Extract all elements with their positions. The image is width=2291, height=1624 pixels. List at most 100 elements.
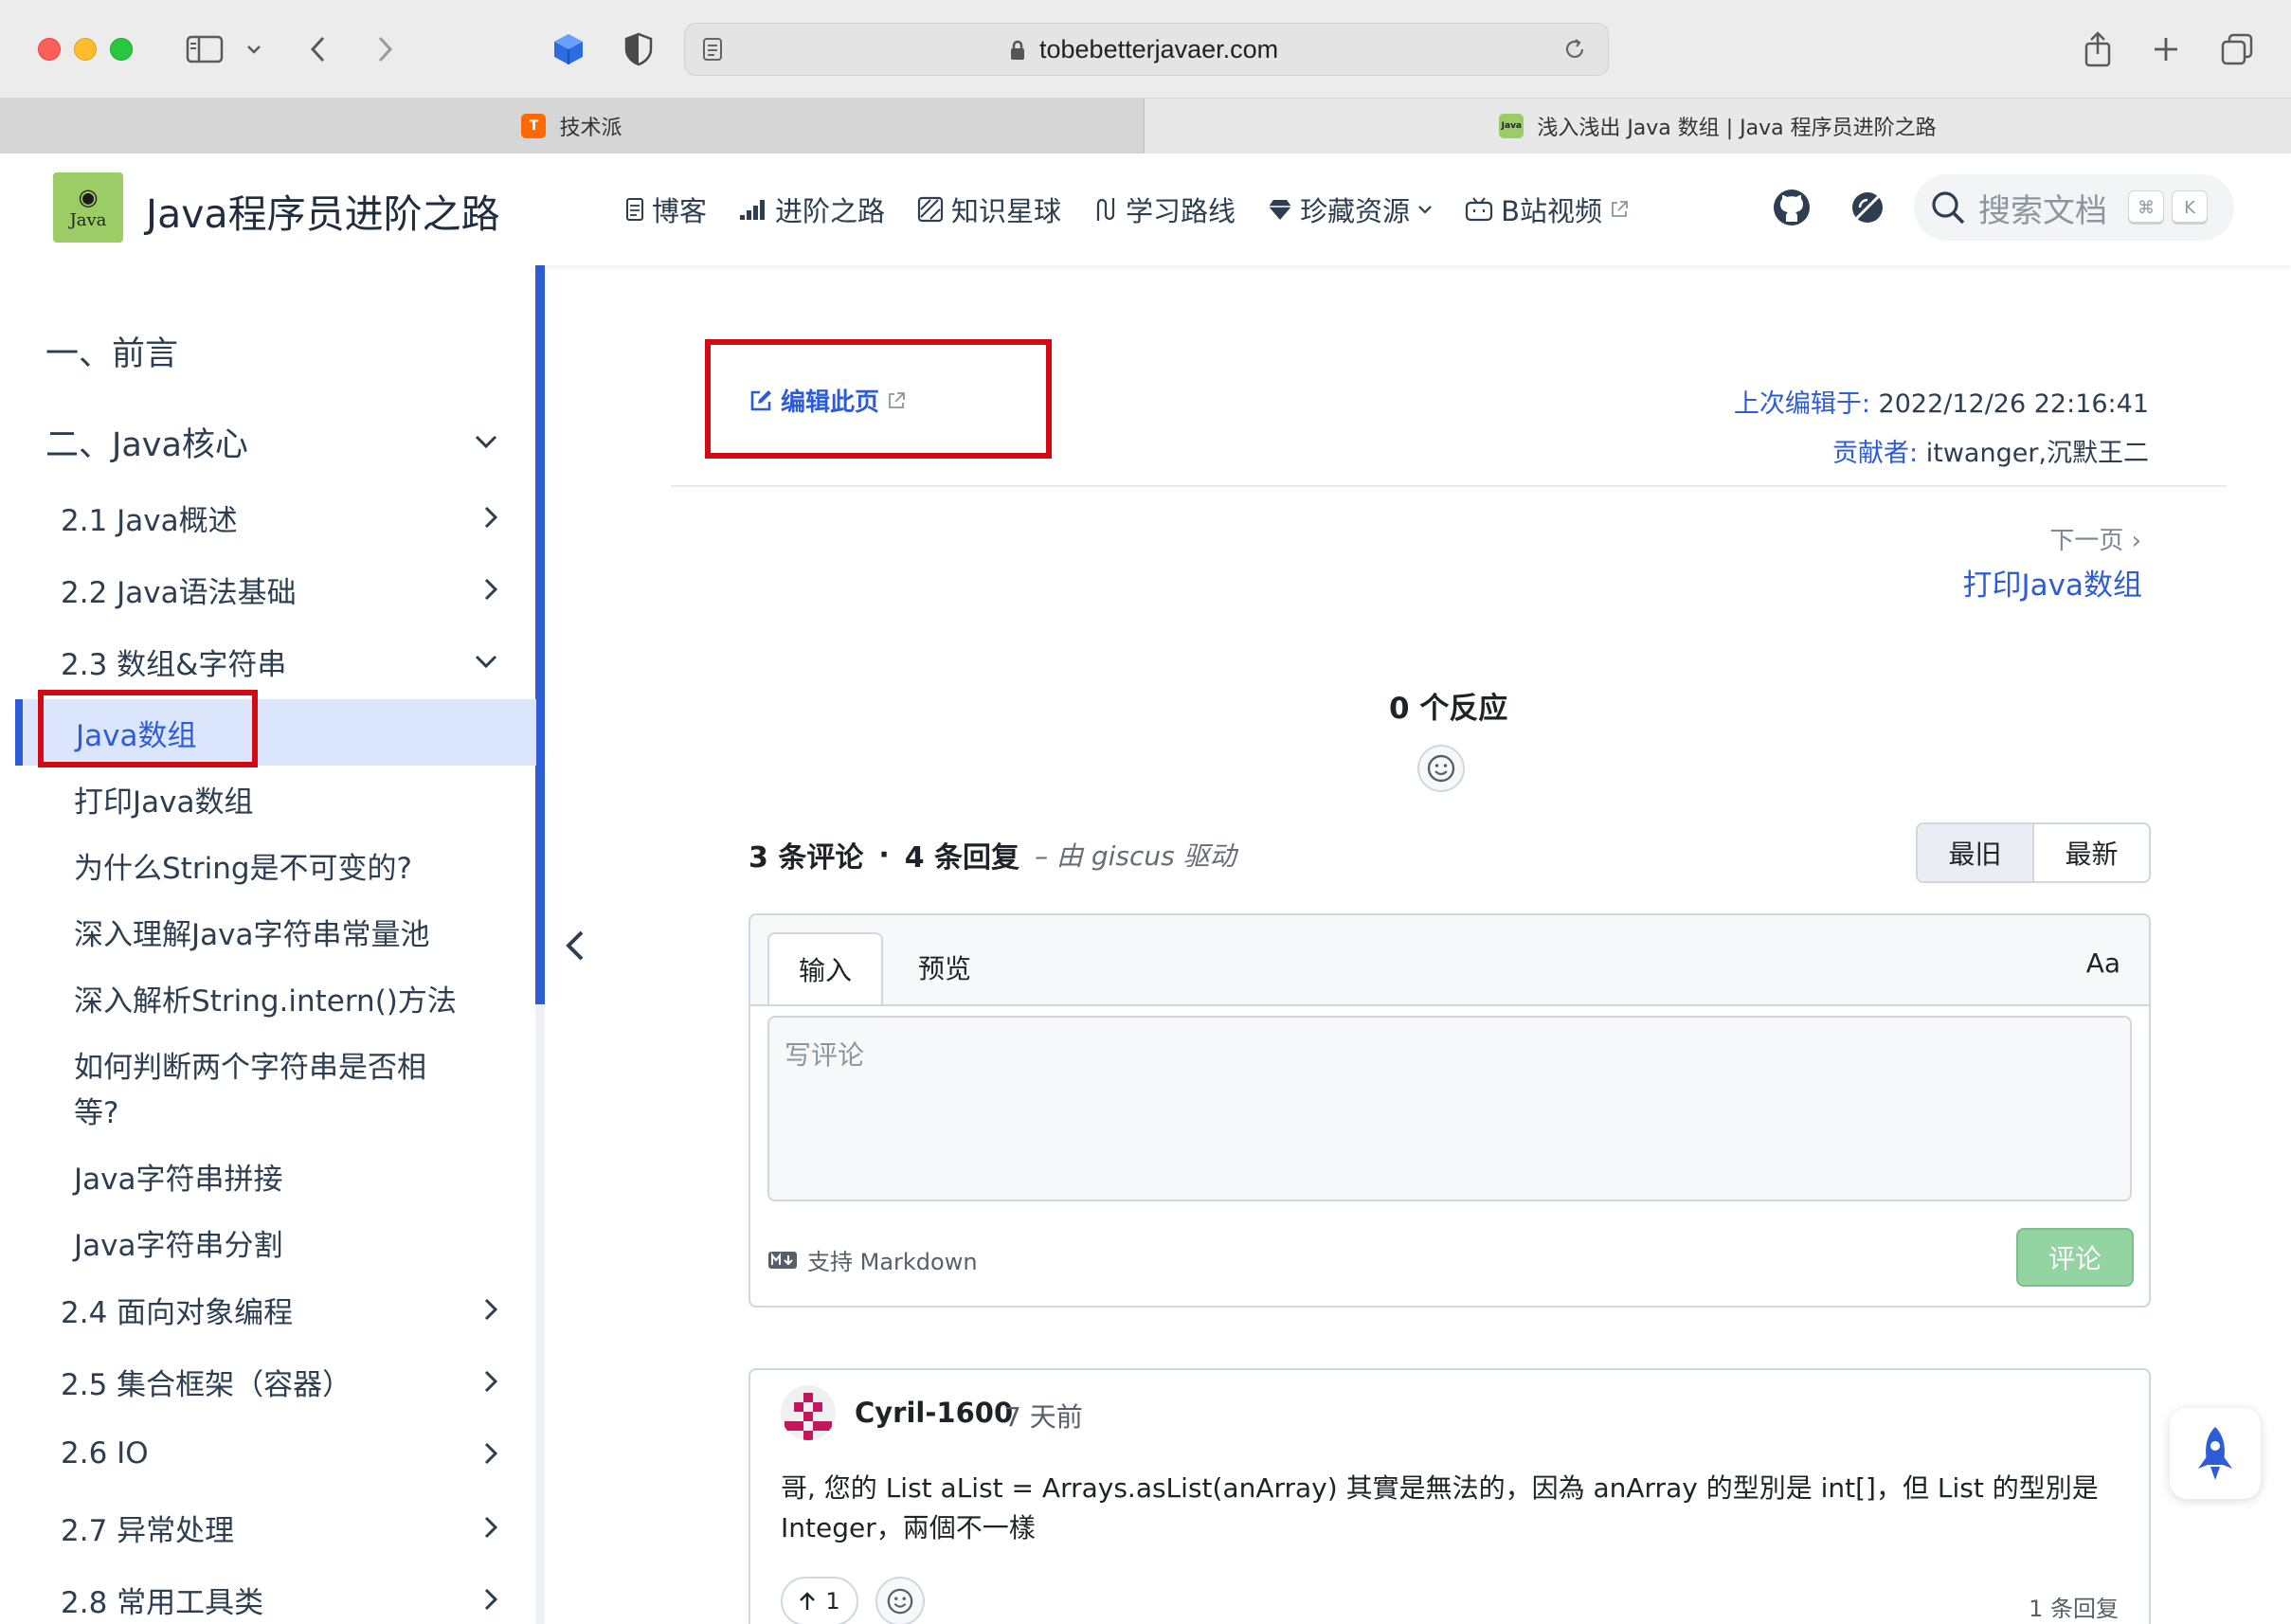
sidebar-item-print-array[interactable]: 打印Java数组 xyxy=(0,775,536,822)
nav-route[interactable]: 学习路线 xyxy=(1093,189,1236,229)
tab-preview[interactable]: 预览 xyxy=(883,932,1006,1002)
github-icon[interactable] xyxy=(1772,188,1812,231)
sidebar-item-label: 2.5 集合框架（容器） xyxy=(61,1367,352,1402)
sidebar-item-string-concat[interactable]: Java字符串拼接 xyxy=(0,1152,536,1200)
sidebar-item-string-intern[interactable]: 深入解析String.intern()方法 xyxy=(0,974,536,1021)
nav-resources[interactable]: 珍藏资源 xyxy=(1268,189,1433,229)
reactions-title: 0 个反应 xyxy=(1389,692,1508,726)
tab-overview-icon[interactable] xyxy=(2217,25,2257,74)
chevron-down-icon xyxy=(475,655,497,669)
sidebar-item-string-pool[interactable]: 深入理解Java字符串常量池 xyxy=(0,908,536,955)
browser-toolbar: tobebetterjavaer.com xyxy=(0,0,2291,99)
reload-icon[interactable] xyxy=(1562,37,1587,65)
extension-cube-icon[interactable] xyxy=(548,25,589,74)
avatar[interactable] xyxy=(781,1385,836,1440)
sidebar-item-label: 深入解析String.intern()方法 xyxy=(74,983,457,1019)
edit-page-link[interactable]: 编辑此页 xyxy=(749,383,906,418)
shield-icon[interactable] xyxy=(618,25,659,74)
site-title[interactable]: Java程序员进阶之路 xyxy=(146,182,500,239)
sidebar-item-label: 打印Java数组 xyxy=(74,785,254,820)
upvote-button[interactable]: 1 xyxy=(781,1577,858,1624)
sidebar-item-io[interactable]: 2.6 IO xyxy=(0,1429,536,1478)
chevron-right-icon xyxy=(484,578,498,601)
sidebar-item-string-equals-cont[interactable]: 等? xyxy=(0,1086,536,1133)
last-edited-key: 上次编辑于: xyxy=(1733,389,1870,419)
tab-write[interactable]: 输入 xyxy=(767,932,883,1004)
edit-page-label: 编辑此页 xyxy=(781,388,880,417)
text-format-button[interactable]: Aa xyxy=(2086,947,2120,979)
smiley-icon xyxy=(1427,754,1455,783)
chevron-down-icon xyxy=(475,435,497,449)
sort-newest-button[interactable]: 最新 xyxy=(2034,824,2149,881)
comment-body: 哥, 您的 List aList = Arrays.asList(anArray… xyxy=(781,1469,2107,1548)
new-tab-icon[interactable] xyxy=(2147,25,2185,74)
nav-label: 知识星球 xyxy=(951,195,1062,227)
chevron-down-icon xyxy=(1418,206,1432,214)
sidebar-item-syntax-basics[interactable]: 2.2 Java语法基础 xyxy=(0,565,536,614)
add-reaction-button[interactable] xyxy=(1417,745,1465,792)
editor-tab-divider xyxy=(750,1004,2149,1006)
sidebar-item-oop[interactable]: 2.4 面向对象编程 xyxy=(0,1285,536,1334)
site-logo[interactable]: ◉ Java xyxy=(53,172,123,243)
chevron-right-icon xyxy=(484,1442,498,1465)
zoom-window-button[interactable] xyxy=(110,38,133,61)
tab-java-array[interactable]: Java 浅入浅出 Java 数组 | Java 程序员进阶之路 xyxy=(1145,99,2291,153)
sidebar-item-array-string[interactable]: 2.3 数组&字符串 xyxy=(0,637,536,686)
nav-blog[interactable]: 博客 xyxy=(625,189,707,229)
tab-jishupai[interactable]: T 技术派 xyxy=(0,99,1145,153)
search-box[interactable]: 搜索文档 ⌘ K xyxy=(1914,174,2234,241)
highlight-box-sidebar xyxy=(38,690,258,767)
forward-icon[interactable] xyxy=(370,25,402,74)
comments-header: 3 条评论 · 4 条回复 – 由 giscus 驱动 xyxy=(749,834,1236,875)
nav-bilibili[interactable]: B站视频 xyxy=(1465,189,1629,229)
sidebar-item-label: 2.3 数组&字符串 xyxy=(61,647,287,682)
sidebar-toggle-icon[interactable] xyxy=(182,25,227,74)
powered-by[interactable]: – 由 giscus 驱动 xyxy=(1035,836,1236,874)
back-icon[interactable] xyxy=(301,25,334,74)
kbd-k: K xyxy=(2172,190,2208,225)
external-link-icon xyxy=(1612,201,1628,217)
sidebar-item-string-split[interactable]: Java字符串分割 xyxy=(0,1218,536,1266)
sort-oldest-button[interactable]: 最旧 xyxy=(1918,824,2034,881)
sidebar-scrollbar[interactable] xyxy=(535,265,545,1004)
jishupai-favicon-icon: T xyxy=(521,114,547,138)
markdown-support[interactable]: 支持 Markdown xyxy=(767,1243,978,1276)
comment-author[interactable]: Cyril-1600 xyxy=(855,1397,1013,1429)
reader-icon[interactable] xyxy=(702,37,723,65)
reply-count: 4 条回复 xyxy=(904,841,1020,875)
share-icon[interactable] xyxy=(2079,25,2117,74)
markdown-icon xyxy=(768,1251,797,1269)
sidebar-item-preface[interactable]: 一、前言 xyxy=(0,324,536,377)
sidebar-item-collections[interactable]: 2.5 集合框架（容器） xyxy=(0,1357,536,1406)
reply-count-label[interactable]: 1 条回复 xyxy=(2029,1590,2119,1623)
next-page-link[interactable]: 打印Java数组 xyxy=(1963,561,2142,604)
collapse-sidebar-icon[interactable] xyxy=(561,927,589,968)
main-nav: 博客 进阶之路 知识星球 学习路线 珍藏资源 B站视频 xyxy=(625,189,1629,229)
chevron-down-icon[interactable] xyxy=(243,25,265,74)
minimize-window-button[interactable] xyxy=(74,38,97,61)
contributors-value: itwanger,沉默王二 xyxy=(1918,439,2149,468)
theme-toggle-icon[interactable] xyxy=(1848,188,1887,231)
tv-icon xyxy=(1465,197,1493,222)
sidebar-item-exceptions[interactable]: 2.7 异常处理 xyxy=(0,1503,536,1552)
sidebar-item-label: 2.7 异常处理 xyxy=(61,1513,235,1548)
comment-textarea[interactable]: 写评论 xyxy=(767,1016,2132,1201)
nav-planet[interactable]: 知识星球 xyxy=(917,189,1061,229)
submit-comment-button[interactable]: 评论 xyxy=(2016,1228,2134,1287)
comment-editor: 输入 预览 Aa 写评论 支持 Markdown 评论 xyxy=(749,913,2151,1308)
sidebar-item-java-core[interactable]: 二、Java核心 xyxy=(0,415,536,468)
comment-time[interactable]: 7 天前 xyxy=(1004,1397,1083,1435)
route-icon xyxy=(1096,198,1115,221)
back-to-top-button[interactable] xyxy=(2170,1408,2261,1499)
sidebar-item-string-immutable[interactable]: 为什么String是不可变的? xyxy=(0,841,536,889)
sidebar-item-utilities[interactable]: 2.8 常用工具类 xyxy=(0,1575,536,1624)
sidebar-item-string-equals[interactable]: 如何判断两个字符串是否相 xyxy=(0,1040,536,1088)
address-bar[interactable]: tobebetterjavaer.com xyxy=(684,23,1609,76)
sidebar-item-java-overview[interactable]: 2.1 Java概述 xyxy=(0,493,536,542)
comment-reaction-button[interactable] xyxy=(875,1577,925,1624)
nav-label: 珍藏资源 xyxy=(1300,195,1411,227)
nav-advance[interactable]: 进阶之路 xyxy=(739,189,885,229)
smiley-icon xyxy=(887,1588,913,1615)
close-window-button[interactable] xyxy=(38,38,61,61)
eye-icon: ◉ xyxy=(78,183,99,210)
